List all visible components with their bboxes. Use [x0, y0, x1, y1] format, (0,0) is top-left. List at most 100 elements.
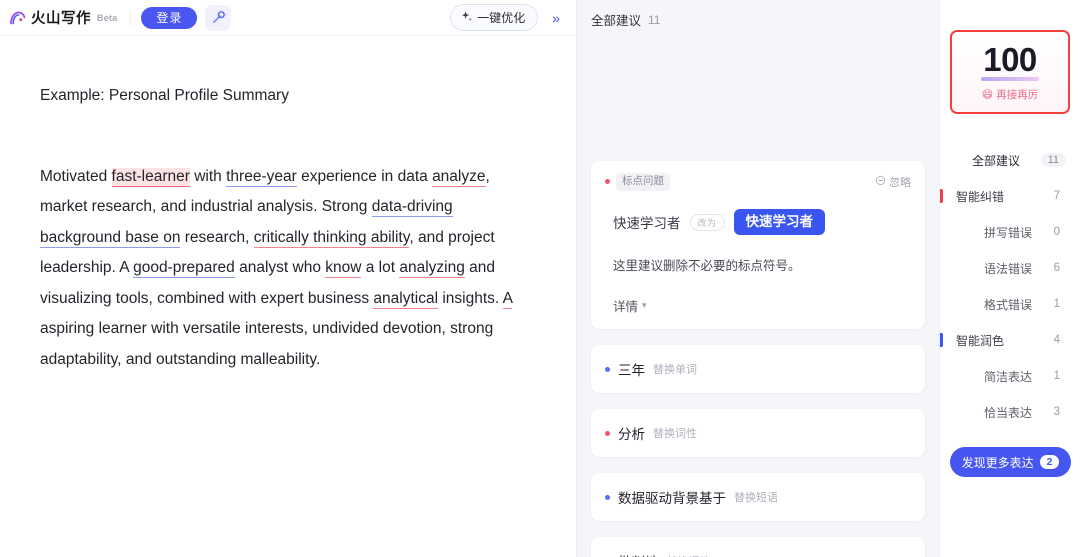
sidebar-item-count: 1 [1053, 370, 1060, 382]
doc-text-run: research, [180, 228, 254, 246]
group-accent-bar [940, 333, 943, 347]
toolbar-divider [130, 9, 132, 26]
category-list: 全部建议 11 智能纠错 7 拼写错误 0 语法错误 6 格式错误 1 智能润色 4 简洁表达 1 恰当… [940, 142, 1080, 430]
sidebar-item-拼写错误[interactable]: 拼写错误 0 [940, 214, 1080, 250]
group-label: 智能润色 [956, 333, 1005, 348]
suggestion-card-header: 标点问题 忽略 [605, 173, 911, 191]
suggestions-list: 标点问题 忽略 快速学习者 改为 快速学习者 这里建议删除不必要的标点符号。 详… [577, 29, 939, 557]
sidebar-item-格式错误[interactable]: 格式错误 1 [940, 286, 1080, 322]
suggestion-row-tag: 替换单词 [653, 364, 697, 377]
discover-badge: 2 [1039, 455, 1060, 469]
expand-panel-button[interactable]: » [546, 9, 566, 27]
doc-flagged-run[interactable]: good-prepared [133, 259, 235, 279]
suggestion-row[interactable]: 批判地 替换词性 [591, 537, 925, 557]
doc-text-run: experience in data [296, 167, 433, 185]
suggestion-row-tag: 替换短语 [734, 492, 778, 505]
collapsed-suggestion-rows: 三年替换单词分析替换词性数据驱动背景基于替换短语批判地替换词性 [591, 345, 925, 557]
severity-dot-icon [605, 366, 610, 372]
sidebar-item-all-suggestions[interactable]: 全部建议 11 [940, 142, 1080, 178]
chevron-down-icon: ▾ [642, 300, 647, 311]
score-sidebar: 100 😄 再接再厉 全部建议 11 智能纠错 7 拼写错误 0 语法错误 6 格式错误 1 智… [939, 0, 1080, 557]
doc-text-run: a lot [361, 259, 400, 277]
doc-text-run: analyst who [234, 259, 326, 277]
sidebar-item-语法错误[interactable]: 语法错误 6 [940, 250, 1080, 286]
doc-flagged-run[interactable]: analyze [432, 167, 486, 187]
suggestions-header-count: 11 [648, 12, 661, 27]
minus-circle-icon [875, 175, 886, 189]
suggestion-row-word: 批判地 [618, 551, 659, 557]
doc-flagged-run[interactable]: three-year [226, 167, 297, 187]
sidebar-item-count: 6 [1053, 262, 1060, 274]
brand: 火山写作 Beta [8, 7, 120, 28]
document-title: Example: Personal Profile Summary [40, 87, 289, 104]
group-count: 4 [1053, 334, 1060, 346]
suggestions-header: 全部建议 11 [577, 0, 939, 29]
suggestion-card[interactable]: 标点问题 忽略 快速学习者 改为 快速学习者 这里建议删除不必要的标点符号。 详… [591, 161, 925, 330]
magic-wand-icon[interactable] [205, 4, 232, 31]
sidebar-group-智能润色[interactable]: 智能润色 4 [940, 322, 1080, 358]
sidebar-group-智能纠错[interactable]: 智能纠错 7 [940, 178, 1080, 214]
sidebar-item-label: 恰当表达 [984, 405, 1033, 420]
document-paragraph: Motivated fast-learner with three-year e… [40, 162, 536, 376]
editor-pane: 火山写作 Beta 登录 一键优化 » Example: Personal Pr… [0, 0, 577, 557]
login-button[interactable]: 登录 [141, 6, 198, 29]
doc-flagged-run[interactable]: know [325, 259, 362, 279]
score-caption: 再接再厉 [996, 88, 1039, 101]
sidebar-item-count: 0 [1053, 226, 1060, 238]
suggestion-category-tag: 标点问题 [616, 173, 670, 191]
sidebar-item-label: 语法错误 [984, 261, 1033, 276]
suggestion-row[interactable]: 分析 替换词性 [591, 409, 925, 458]
suggestion-row-word: 三年 [618, 363, 645, 379]
suggestion-detail-toggle[interactable]: 详情 ▾ [613, 296, 911, 315]
suggestion-row[interactable]: 三年 替换单词 [591, 345, 925, 394]
suggestion-row[interactable]: 数据驱动背景基于 替换短语 [591, 473, 925, 522]
sidebar-item-简洁表达[interactable]: 简洁表达 1 [940, 358, 1080, 394]
apply-suggestion-button[interactable]: 快速学习者 [733, 208, 826, 236]
suggestions-header-label: 全部建议 [591, 14, 642, 28]
one-click-optimize-button[interactable]: 一键优化 [450, 4, 539, 31]
all-suggestions-count: 11 [1040, 153, 1066, 167]
optimize-label: 一键优化 [477, 11, 526, 25]
doc-flagged-run[interactable]: A [502, 289, 513, 309]
beta-tag: Beta [97, 12, 118, 23]
smiley-icon: 😄 [981, 88, 994, 101]
discover-more-button[interactable]: 发现更多表达 2 [950, 447, 1071, 477]
suggestion-row-word: 分析 [618, 427, 645, 443]
sidebar-item-count: 1 [1053, 298, 1060, 310]
group-accent-bar [940, 189, 943, 203]
sidebar-item-label: 简洁表达 [984, 369, 1033, 384]
all-suggestions-label: 全部建议 [972, 153, 1021, 168]
app-root: 火山写作 Beta 登录 一键优化 » Example: Personal Pr… [0, 0, 1080, 557]
sidebar-item-count: 3 [1053, 406, 1060, 418]
doc-flagged-run[interactable]: analytical [373, 289, 439, 309]
sparkle-icon [460, 10, 473, 26]
doc-text-run: aspiring learner with versatile interest… [40, 320, 494, 369]
sidebar-item-恰当表达[interactable]: 恰当表达 3 [940, 394, 1080, 430]
suggestions-pane: 全部建议 11 标点问题 忽略 快速学习者 改为 快速学习者 这里建议删除不必要… [577, 0, 939, 557]
suggestion-original-text: 快速学习者 [613, 216, 681, 232]
document-area[interactable]: Example: Personal Profile Summary Motiva… [0, 36, 576, 376]
suggestion-row-tag: 替换词性 [667, 553, 711, 557]
severity-dot-icon [605, 430, 610, 436]
suggestion-row-tag: 替换词性 [653, 428, 697, 441]
suggestion-description: 这里建议删除不必要的标点符号。 [613, 259, 801, 274]
discover-label: 发现更多表达 [961, 455, 1034, 470]
score-caption-row: 😄 再接再厉 [982, 87, 1038, 102]
group-count: 7 [1053, 190, 1060, 202]
suggestion-row-word: 数据驱动背景基于 [618, 491, 726, 507]
group-label: 智能纠错 [956, 189, 1005, 204]
ignore-button[interactable]: 忽略 [875, 174, 911, 190]
doc-text-run: with [189, 167, 227, 185]
severity-dot-icon [605, 494, 610, 500]
category-groups: 智能纠错 7 拼写错误 0 语法错误 6 格式错误 1 智能润色 4 简洁表达 1 恰当表达 3 [940, 178, 1080, 430]
score-underline [981, 76, 1039, 81]
doc-text-run: insights. [438, 289, 503, 307]
doc-flagged-run[interactable]: fast-learner [111, 167, 190, 187]
severity-dot-icon [605, 179, 610, 185]
ignore-label: 忽略 [889, 176, 911, 189]
score-card: 100 😄 再接再厉 [950, 30, 1070, 114]
doc-flagged-run[interactable]: analyzing [399, 259, 465, 279]
score-value: 100 [983, 40, 1037, 78]
brand-name: 火山写作 [31, 11, 91, 27]
doc-flagged-run[interactable]: critically thinking ability [253, 228, 410, 248]
